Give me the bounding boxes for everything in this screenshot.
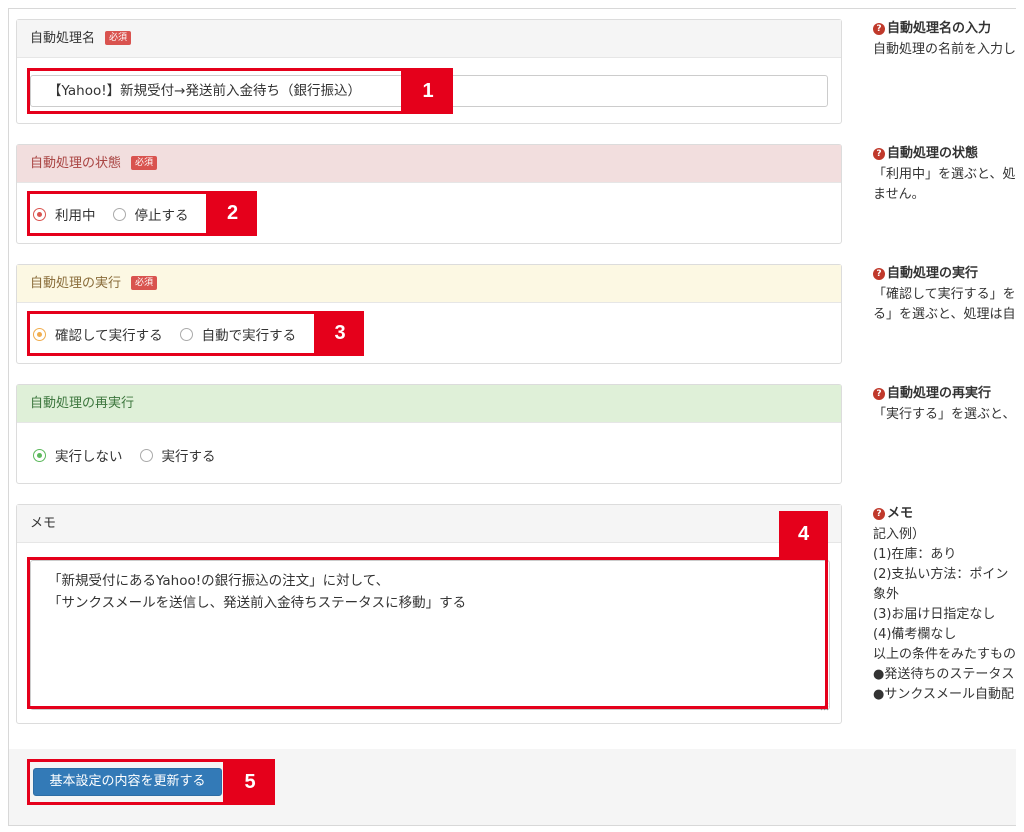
- highlight-box-4: [27, 557, 828, 709]
- help-text: 記入例）: [873, 527, 926, 542]
- help-text: 「実行する」を選ぶと、: [873, 407, 1016, 422]
- help-text: る」を選ぶと、処理は自: [873, 307, 1016, 322]
- rerun-panel: 自動処理の再実行 実行しない 実行する: [16, 384, 842, 484]
- status-panel-title: 自動処理の状態: [30, 156, 122, 171]
- help-title: 自動処理の状態: [887, 146, 979, 161]
- radio-label: 実行しない: [55, 449, 123, 465]
- radio-option-rerun[interactable]: 実行する: [139, 445, 216, 465]
- execution-panel-title: 自動処理の実行: [30, 276, 122, 291]
- help-question-icon: ?: [873, 148, 885, 160]
- highlight-box-5: [27, 759, 226, 805]
- help-text: ●サンクスメール自動配: [873, 687, 1014, 702]
- execution-panel-header: 自動処理の実行 必須: [17, 265, 841, 303]
- help-text: (1)在庫：あり: [873, 547, 957, 562]
- radio-selected[interactable]: [33, 448, 46, 462]
- help-title: 自動処理名の入力: [887, 21, 992, 36]
- help-text: 自動処理の名前を入力し: [873, 42, 1017, 57]
- help-question-icon: ?: [873, 508, 885, 520]
- help-memo: ? メモ 記入例） (1)在庫：あり (2)支払い方法：ポイン 象外 (3)お届け…: [873, 504, 1024, 705]
- radio-option-no-rerun[interactable]: 実行しない: [33, 445, 123, 465]
- memo-panel-title: メモ: [30, 516, 57, 531]
- highlight-box-3: [27, 311, 317, 356]
- help-text: 象外: [873, 587, 900, 602]
- callout-number-4: 4: [779, 511, 828, 558]
- help-question-icon: ?: [873, 268, 885, 280]
- help-text: (2)支払い方法：ポイン: [873, 567, 1009, 582]
- rerun-panel-header: 自動処理の再実行: [17, 385, 841, 423]
- highlight-box-2: [27, 191, 209, 236]
- callout-number-1: 1: [403, 68, 453, 114]
- help-text: 以上の条件をみたすもの: [873, 647, 1017, 662]
- callout-number-2: 2: [208, 191, 257, 236]
- status-panel-header: 自動処理の状態 必須: [17, 145, 841, 183]
- help-text: ません。: [873, 187, 925, 202]
- radio-label: 実行する: [161, 449, 216, 465]
- name-panel-header: 自動処理名 必須: [17, 20, 841, 58]
- help-text: (3)お届け日指定なし: [873, 607, 996, 622]
- callout-number-5: 5: [225, 759, 275, 805]
- help-execution: ? 自動処理の実行 「確認して実行する」を る」を選ぶと、処理は自: [873, 264, 1024, 325]
- callout-number-3: 3: [316, 311, 364, 356]
- help-title: 自動処理の実行: [887, 266, 979, 281]
- memo-panel-header: メモ: [17, 505, 841, 543]
- help-text: 「確認して実行する」を: [873, 287, 1016, 302]
- help-question-icon: ?: [873, 23, 885, 35]
- help-name: ? 自動処理名の入力 自動処理の名前を入力し: [873, 19, 1024, 60]
- required-badge: 必須: [105, 30, 132, 45]
- help-question-icon: ?: [873, 388, 885, 400]
- required-badge: 必須: [131, 275, 158, 290]
- radio-unselected[interactable]: [139, 448, 153, 462]
- help-title: メモ: [887, 506, 914, 521]
- help-text: (4)備考欄なし: [873, 627, 957, 642]
- name-panel-title: 自動処理名: [30, 31, 96, 46]
- help-rerun: ? 自動処理の再実行 「実行する」を選ぶと、: [873, 384, 1024, 425]
- rerun-radio-group: 実行しない 実行する: [33, 445, 233, 465]
- help-title: 自動処理の再実行: [887, 386, 992, 401]
- required-badge: 必須: [131, 155, 158, 170]
- help-text: ●発送待ちのステータス: [873, 667, 1015, 682]
- rerun-panel-title: 自動処理の再実行: [30, 396, 135, 411]
- help-text: 「利用中」を選ぶと、処: [873, 167, 1016, 182]
- help-status: ? 自動処理の状態 「利用中」を選ぶと、処 ません。: [873, 144, 1024, 205]
- highlight-box-1: [27, 68, 404, 114]
